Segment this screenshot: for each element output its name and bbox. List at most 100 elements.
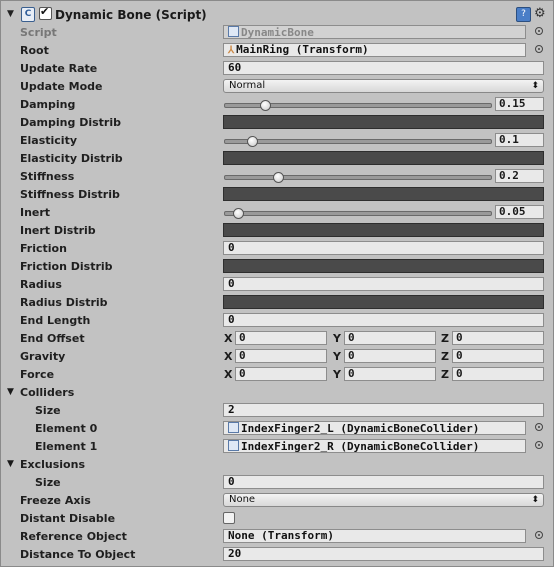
inert-value-input[interactable]: 0.05 bbox=[495, 205, 544, 219]
force-x-input[interactable]: 0 bbox=[235, 367, 327, 381]
update-mode-label: Update Mode bbox=[20, 80, 103, 93]
elasticity-label: Elasticity bbox=[20, 134, 78, 147]
row-end-offset: End Offset X 0 Y 0 Z 0 bbox=[1, 330, 554, 348]
radius-input[interactable]: 0 bbox=[223, 277, 544, 291]
row-distance-to-object: Distance To Object 20 bbox=[1, 546, 554, 564]
stiffness-slider[interactable] bbox=[224, 172, 492, 183]
script-asset-icon bbox=[228, 26, 239, 37]
gear-icon[interactable]: ⚙ bbox=[534, 6, 546, 21]
elasticity-slider[interactable] bbox=[224, 136, 492, 147]
row-radius-distrib: Radius Distrib bbox=[1, 294, 554, 312]
stiffness-distrib-label: Stiffness Distrib bbox=[20, 188, 120, 201]
row-collider-element-1: Element 1 IndexFinger2_R (DynamicBoneCol… bbox=[1, 438, 554, 456]
force-y-label: Y bbox=[333, 368, 341, 381]
stiffness-value-input[interactable]: 0.2 bbox=[495, 169, 544, 183]
inert-label: Inert bbox=[20, 206, 51, 219]
gravity-y-label: Y bbox=[333, 350, 341, 363]
freeze-axis-dropdown[interactable]: None ⬍ bbox=[223, 493, 544, 507]
collider-element-0-label: Element 0 bbox=[35, 422, 98, 435]
colliders-foldout-arrow[interactable]: ▼ bbox=[7, 387, 14, 397]
radius-label: Radius bbox=[20, 278, 62, 291]
elasticity-slider-thumb[interactable] bbox=[246, 136, 258, 147]
collider-element-1-field[interactable]: IndexFinger2_R (DynamicBoneCollider) bbox=[223, 439, 526, 453]
collider-element-1-picker-icon[interactable] bbox=[535, 441, 543, 449]
row-reference-object: Reference Object None (Transform) bbox=[1, 528, 554, 546]
reference-object-field[interactable]: None (Transform) bbox=[223, 529, 526, 543]
row-inert-distrib: Inert Distrib bbox=[1, 222, 554, 240]
reference-object-picker-icon[interactable] bbox=[535, 531, 543, 539]
exclusions-size-label: Size bbox=[35, 476, 61, 489]
end-offset-x-input[interactable]: 0 bbox=[235, 331, 327, 345]
row-gravity: Gravity X 0 Y 0 Z 0 bbox=[1, 348, 554, 366]
damping-slider-thumb[interactable] bbox=[259, 100, 271, 111]
distant-disable-checkbox[interactable] bbox=[223, 512, 235, 524]
stiffness-label: Stiffness bbox=[20, 170, 75, 183]
row-friction: Friction 0 bbox=[1, 240, 554, 258]
row-force: Force X 0 Y 0 Z 0 bbox=[1, 366, 554, 384]
end-length-input[interactable]: 0 bbox=[223, 313, 544, 327]
inert-distrib-curve-field[interactable] bbox=[223, 223, 544, 237]
root-label: Root bbox=[20, 44, 49, 57]
root-field[interactable]: ⅄ MainRing (Transform) bbox=[223, 43, 526, 57]
collider-element-1-label: Element 1 bbox=[35, 440, 98, 453]
row-damping: Damping 0.15 bbox=[1, 96, 554, 114]
row-exclusions[interactable]: ▼ Exclusions bbox=[1, 456, 554, 474]
update-mode-dropdown[interactable]: Normal ⬍ bbox=[223, 79, 544, 93]
row-exclusions-size: Size 0 bbox=[1, 474, 554, 492]
row-end-length: End Length 0 bbox=[1, 312, 554, 330]
end-offset-y-input[interactable]: 0 bbox=[344, 331, 436, 345]
inert-slider[interactable] bbox=[224, 208, 492, 219]
force-z-label: Z bbox=[441, 368, 449, 381]
row-colliders-size: Size 2 bbox=[1, 402, 554, 420]
colliders-size-input[interactable]: 2 bbox=[223, 403, 544, 417]
row-damping-distrib: Damping Distrib bbox=[1, 114, 554, 132]
exclusions-foldout-arrow[interactable]: ▼ bbox=[7, 459, 14, 469]
collider-element-0-picker-icon[interactable] bbox=[535, 423, 543, 431]
distance-to-object-label: Distance To Object bbox=[20, 548, 136, 561]
friction-distrib-curve-field[interactable] bbox=[223, 259, 544, 273]
help-icon[interactable]: ? bbox=[516, 7, 531, 22]
radius-distrib-curve-field[interactable] bbox=[223, 295, 544, 309]
row-root: Root ⅄ MainRing (Transform) bbox=[1, 42, 554, 60]
row-freeze-axis: Freeze Axis None ⬍ bbox=[1, 492, 554, 510]
force-z-input[interactable]: 0 bbox=[452, 367, 544, 381]
distant-disable-label: Distant Disable bbox=[20, 512, 116, 525]
elasticity-distrib-curve-field[interactable] bbox=[223, 151, 544, 165]
exclusions-size-input[interactable]: 0 bbox=[223, 475, 544, 489]
end-length-label: End Length bbox=[20, 314, 91, 327]
gravity-x-input[interactable]: 0 bbox=[235, 349, 327, 363]
friction-distrib-label: Friction Distrib bbox=[20, 260, 113, 273]
force-y-input[interactable]: 0 bbox=[344, 367, 436, 381]
dropdown-arrow-icon: ⬍ bbox=[531, 81, 539, 91]
distance-to-object-input[interactable]: 20 bbox=[223, 547, 544, 561]
damping-value-input[interactable]: 0.15 bbox=[495, 97, 544, 111]
update-rate-input[interactable]: 60 bbox=[223, 61, 544, 75]
row-colliders[interactable]: ▼ Colliders bbox=[1, 384, 554, 402]
dropdown-arrow-icon: ⬍ bbox=[531, 495, 539, 505]
damping-distrib-label: Damping Distrib bbox=[20, 116, 121, 129]
inert-distrib-label: Inert Distrib bbox=[20, 224, 96, 237]
end-offset-z-input[interactable]: 0 bbox=[452, 331, 544, 345]
component-enabled-checkbox[interactable] bbox=[39, 5, 52, 20]
component-title: Dynamic Bone (Script) bbox=[55, 8, 207, 22]
row-friction-distrib: Friction Distrib bbox=[1, 258, 554, 276]
gravity-z-input[interactable]: 0 bbox=[452, 349, 544, 363]
gravity-y-input[interactable]: 0 bbox=[344, 349, 436, 363]
colliders-label[interactable]: Colliders bbox=[20, 386, 74, 399]
radius-distrib-label: Radius Distrib bbox=[20, 296, 108, 309]
elasticity-value-input[interactable]: 0.1 bbox=[495, 133, 544, 147]
end-offset-label: End Offset bbox=[20, 332, 85, 345]
component-foldout-arrow[interactable]: ▼ bbox=[7, 9, 14, 19]
collider-element-0-field[interactable]: IndexFinger2_L (DynamicBoneCollider) bbox=[223, 421, 526, 435]
exclusions-label[interactable]: Exclusions bbox=[20, 458, 85, 471]
inert-slider-thumb[interactable] bbox=[233, 208, 245, 219]
gravity-x-label: X bbox=[224, 350, 233, 363]
damping-distrib-curve-field[interactable] bbox=[223, 115, 544, 129]
row-collider-element-0: Element 0 IndexFinger2_L (DynamicBoneCol… bbox=[1, 420, 554, 438]
damping-slider[interactable] bbox=[224, 100, 492, 111]
row-radius: Radius 0 bbox=[1, 276, 554, 294]
friction-input[interactable]: 0 bbox=[223, 241, 544, 255]
stiffness-slider-thumb[interactable] bbox=[273, 172, 285, 183]
root-picker-icon[interactable] bbox=[535, 45, 543, 53]
stiffness-distrib-curve-field[interactable] bbox=[223, 187, 544, 201]
